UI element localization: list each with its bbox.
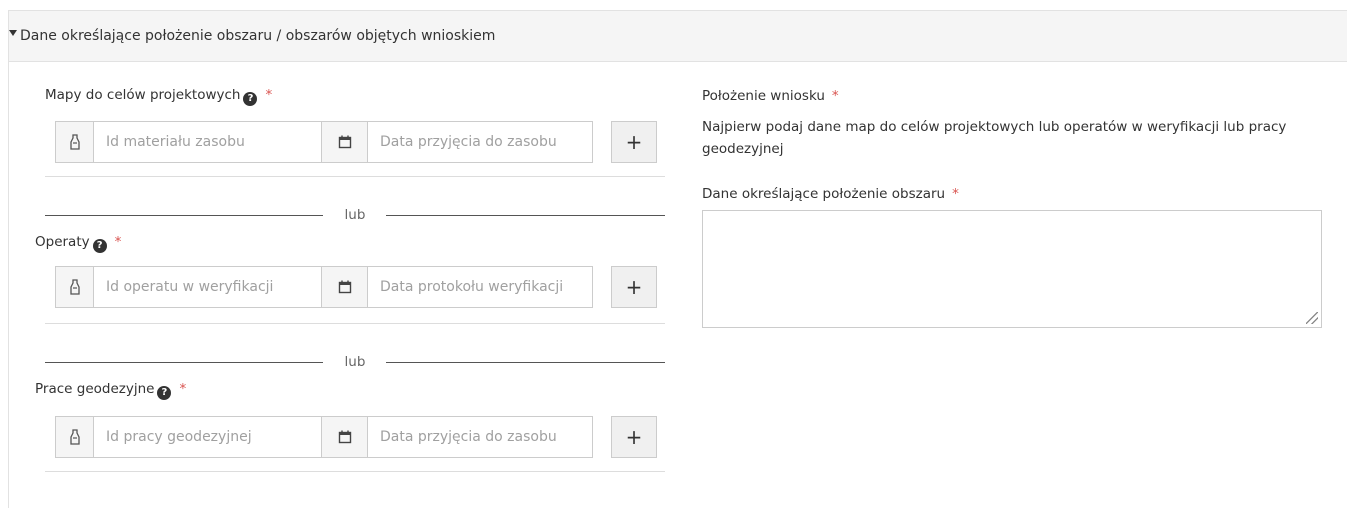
- maps-add-button[interactable]: +: [611, 121, 657, 163]
- prace-date-field[interactable]: [368, 417, 592, 457]
- operaty-input-group: +: [55, 266, 663, 308]
- location-hint: Najpierw podaj dane map do celów projekt…: [702, 119, 1287, 157]
- or-divider-1: lub: [45, 205, 665, 225]
- prace-underline: [45, 471, 665, 472]
- maps-id-field[interactable]: [94, 122, 321, 162]
- plus-icon: +: [625, 275, 643, 299]
- maps-date-input[interactable]: [367, 121, 593, 163]
- area-textarea-field[interactable]: [703, 211, 1321, 327]
- prace-date-input[interactable]: [367, 416, 593, 458]
- or-divider-2: lub: [45, 352, 665, 372]
- prace-label: Prace geodezyjne? *: [35, 381, 187, 400]
- area-label: Dane określające położenie obszaru *: [702, 186, 959, 202]
- maps-id-input[interactable]: [93, 121, 322, 163]
- operaty-underline: [45, 323, 665, 324]
- required-mark: *: [114, 234, 122, 250]
- calendar-icon: [321, 416, 368, 458]
- prace-add-button[interactable]: +: [611, 416, 657, 458]
- operaty-date-field[interactable]: [368, 267, 592, 307]
- plus-icon: +: [625, 425, 643, 449]
- operaty-label: Operaty? *: [35, 234, 122, 253]
- prace-input-group: +: [55, 416, 663, 458]
- maps-underline: [45, 176, 665, 177]
- maps-date-field[interactable]: [368, 122, 592, 162]
- resize-handle-icon[interactable]: [1306, 312, 1318, 324]
- panel-title[interactable]: Dane określające położenie obszaru / obs…: [20, 26, 495, 46]
- id-badge-icon: [55, 416, 94, 458]
- plus-icon: +: [625, 130, 643, 154]
- required-mark: *: [831, 88, 839, 104]
- id-badge-icon: [55, 266, 94, 308]
- operaty-id-input[interactable]: [93, 266, 322, 308]
- required-mark: *: [179, 381, 187, 397]
- required-mark: *: [952, 186, 959, 202]
- calendar-icon: [321, 266, 368, 308]
- calendar-icon: [321, 121, 368, 163]
- caret-down-icon[interactable]: [9, 30, 17, 36]
- question-circle-icon[interactable]: ?: [243, 92, 258, 106]
- area-textarea[interactable]: [702, 210, 1322, 328]
- panel-header[interactable]: Dane określające położenie obszaru / obs…: [9, 11, 1347, 62]
- prace-id-input[interactable]: [93, 416, 322, 458]
- question-circle-icon[interactable]: ?: [92, 239, 107, 253]
- question-circle-icon[interactable]: ?: [157, 386, 172, 400]
- operaty-date-input[interactable]: [367, 266, 593, 308]
- prace-id-field[interactable]: [94, 417, 321, 457]
- operaty-add-button[interactable]: +: [611, 266, 657, 308]
- maps-input-group: +: [55, 121, 663, 163]
- location-label: Położenie wniosku *: [702, 88, 839, 104]
- required-mark: *: [265, 87, 273, 103]
- operaty-id-field[interactable]: [94, 267, 321, 307]
- maps-label: Mapy do celów projektowych? *: [45, 87, 273, 106]
- id-badge-icon: [55, 121, 94, 163]
